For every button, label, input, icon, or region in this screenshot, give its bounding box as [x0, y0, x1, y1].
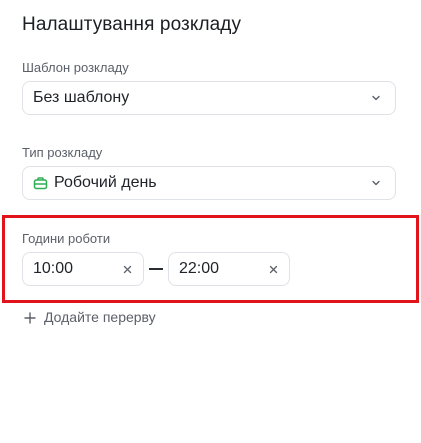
schedule-type-value-wrap: Робочий день — [33, 174, 369, 192]
end-time-value: 22:00 — [179, 260, 220, 277]
template-select-value: Без шаблону — [33, 89, 130, 106]
working-hours-label: Години роботи — [22, 231, 111, 246]
template-select[interactable]: Без шаблону — [22, 81, 396, 115]
schedule-type-label: Тип розкладу — [22, 145, 103, 160]
briefcase-icon — [33, 176, 48, 191]
schedule-type-select[interactable]: Робочий день — [22, 166, 396, 200]
start-time-input[interactable]: 10:00 — [22, 252, 144, 286]
chevron-down-icon — [369, 91, 383, 105]
page-title: Налаштування розкладу — [22, 14, 242, 35]
plus-icon — [24, 311, 36, 324]
start-time-value: 10:00 — [33, 260, 74, 277]
chevron-down-icon — [369, 176, 383, 190]
clear-icon[interactable] — [267, 263, 279, 275]
template-label: Шаблон розкладу — [22, 60, 129, 75]
add-break-button[interactable]: Додайте перерву — [24, 309, 156, 325]
time-range-separator — [149, 268, 163, 270]
add-break-label: Додайте перерву — [44, 309, 156, 325]
clear-icon[interactable] — [121, 263, 133, 275]
end-time-input[interactable]: 22:00 — [168, 252, 290, 286]
schedule-type-value: Робочий день — [54, 174, 157, 191]
